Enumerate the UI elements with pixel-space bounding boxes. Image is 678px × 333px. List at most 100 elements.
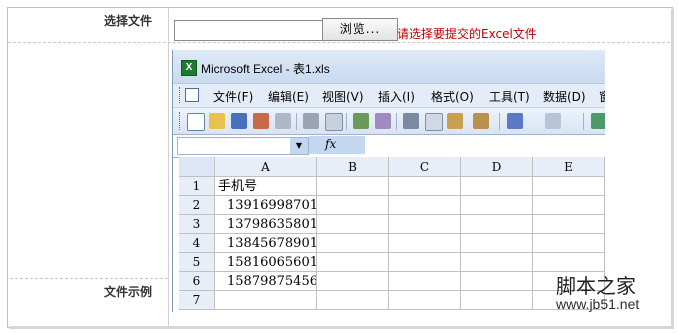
phone-cell: 15816065601	[215, 253, 317, 272]
empty-cell	[317, 196, 389, 215]
file-select-label: 选择文件	[104, 14, 153, 28]
fx-icon: fx	[325, 137, 337, 151]
menu-data: 数据(D)	[543, 90, 586, 104]
permission-icon	[253, 113, 269, 129]
column-divider	[168, 8, 169, 326]
phone-cell	[215, 291, 317, 310]
panel-shadow	[671, 9, 674, 329]
phone-cell: 13916998701	[215, 196, 317, 215]
redo-icon	[545, 113, 561, 129]
cut-icon	[403, 113, 419, 129]
empty-cell	[461, 253, 533, 272]
row-divider	[8, 42, 670, 43]
column-header: C	[389, 157, 461, 177]
email-icon	[275, 113, 291, 129]
panel-shadow	[9, 326, 674, 329]
excel-logo-icon: X	[181, 60, 197, 76]
column-header: D	[461, 157, 533, 177]
print-icon	[303, 113, 319, 129]
row-header: 3	[179, 215, 215, 234]
row-divider	[10, 278, 168, 279]
empty-cell	[461, 177, 533, 196]
empty-cell	[461, 196, 533, 215]
empty-cell	[389, 291, 461, 310]
new-icon	[187, 113, 205, 131]
document-icon	[185, 88, 199, 102]
toolbar-grip	[179, 112, 183, 130]
excel-menu-bar: 文件(F) 编辑(E) 视图(V) 插入(I) 格式(O) 工具(T) 数据(D…	[173, 83, 605, 107]
menu-window: 窗	[599, 88, 605, 105]
excel-toolbar	[173, 107, 605, 134]
empty-cell	[533, 234, 605, 253]
toolbar-separator	[346, 113, 347, 130]
open-icon	[209, 113, 225, 129]
empty-cell	[389, 196, 461, 215]
toolbar-separator	[396, 113, 397, 130]
file-example-label: 文件示例	[104, 285, 153, 299]
menu-edit: 编辑(E)	[268, 90, 309, 104]
copy-icon	[425, 113, 443, 131]
empty-cell	[317, 272, 389, 291]
empty-cell	[317, 291, 389, 310]
toolbar-separator	[296, 113, 297, 130]
phone-cell: 13845678901	[215, 234, 317, 253]
row-header: 2	[179, 196, 215, 215]
menu-view: 视图(V)	[322, 90, 364, 104]
empty-cell	[533, 177, 605, 196]
toolbar-separator	[499, 113, 500, 130]
empty-cell	[461, 272, 533, 291]
empty-cell	[389, 272, 461, 291]
excel-example-image: X Microsoft Excel - 表1.xls 文件(F) 编辑(E) 视…	[172, 50, 605, 312]
column-header: A	[215, 157, 317, 177]
empty-cell	[461, 291, 533, 310]
empty-cell	[317, 177, 389, 196]
excel-title-bar: X Microsoft Excel - 表1.xls	[173, 50, 605, 83]
excel-window-title: Microsoft Excel - 表1.xls	[201, 62, 330, 76]
chevron-down-icon: ▼	[290, 138, 308, 154]
row-header: 6	[179, 272, 215, 291]
menu-tools: 工具(T)	[489, 90, 530, 104]
watermark-logo: 脚本之家	[556, 274, 636, 298]
format-painter-icon	[473, 113, 489, 129]
empty-cell	[389, 177, 461, 196]
empty-cell	[389, 215, 461, 234]
browse-button[interactable]: 浏览...	[322, 18, 398, 41]
file-path-input[interactable]	[174, 20, 326, 41]
empty-cell	[389, 253, 461, 272]
name-box: ▼	[177, 137, 309, 155]
menu-grip	[179, 87, 183, 103]
empty-cell	[389, 234, 461, 253]
fx-button: fx	[309, 136, 365, 154]
row-header: 4	[179, 234, 215, 253]
empty-cell	[317, 253, 389, 272]
excel-formula-bar: ▼ fx	[173, 134, 605, 158]
menu-file: 文件(F)	[213, 90, 254, 104]
empty-cell	[317, 234, 389, 253]
undo-icon	[507, 113, 523, 129]
hyperlink-icon	[591, 113, 605, 129]
row-header: 5	[179, 253, 215, 272]
toolbar-separator	[583, 113, 584, 130]
select-all-corner	[179, 157, 215, 177]
row-header: 7	[179, 291, 215, 310]
save-icon	[231, 113, 247, 129]
empty-cell	[461, 215, 533, 234]
row-header: 1	[179, 177, 215, 196]
column-header: E	[533, 157, 605, 177]
spelling-icon	[353, 113, 369, 129]
research-icon	[375, 113, 391, 129]
empty-cell	[533, 196, 605, 215]
print-preview-icon	[325, 113, 343, 131]
watermark-url: www.jb51.net	[556, 296, 640, 312]
upload-hint: 请选择要提交的Excel文件	[397, 27, 537, 41]
phone-cell: 15879875456	[215, 272, 317, 291]
empty-cell	[317, 215, 389, 234]
menu-insert: 插入(I)	[378, 90, 415, 104]
paste-icon	[447, 113, 463, 129]
empty-cell	[533, 215, 605, 234]
menu-format: 格式(O)	[431, 90, 474, 104]
phone-cell: 手机号	[215, 177, 317, 196]
empty-cell	[461, 234, 533, 253]
column-header: B	[317, 157, 389, 177]
phone-cell: 13798635801	[215, 215, 317, 234]
